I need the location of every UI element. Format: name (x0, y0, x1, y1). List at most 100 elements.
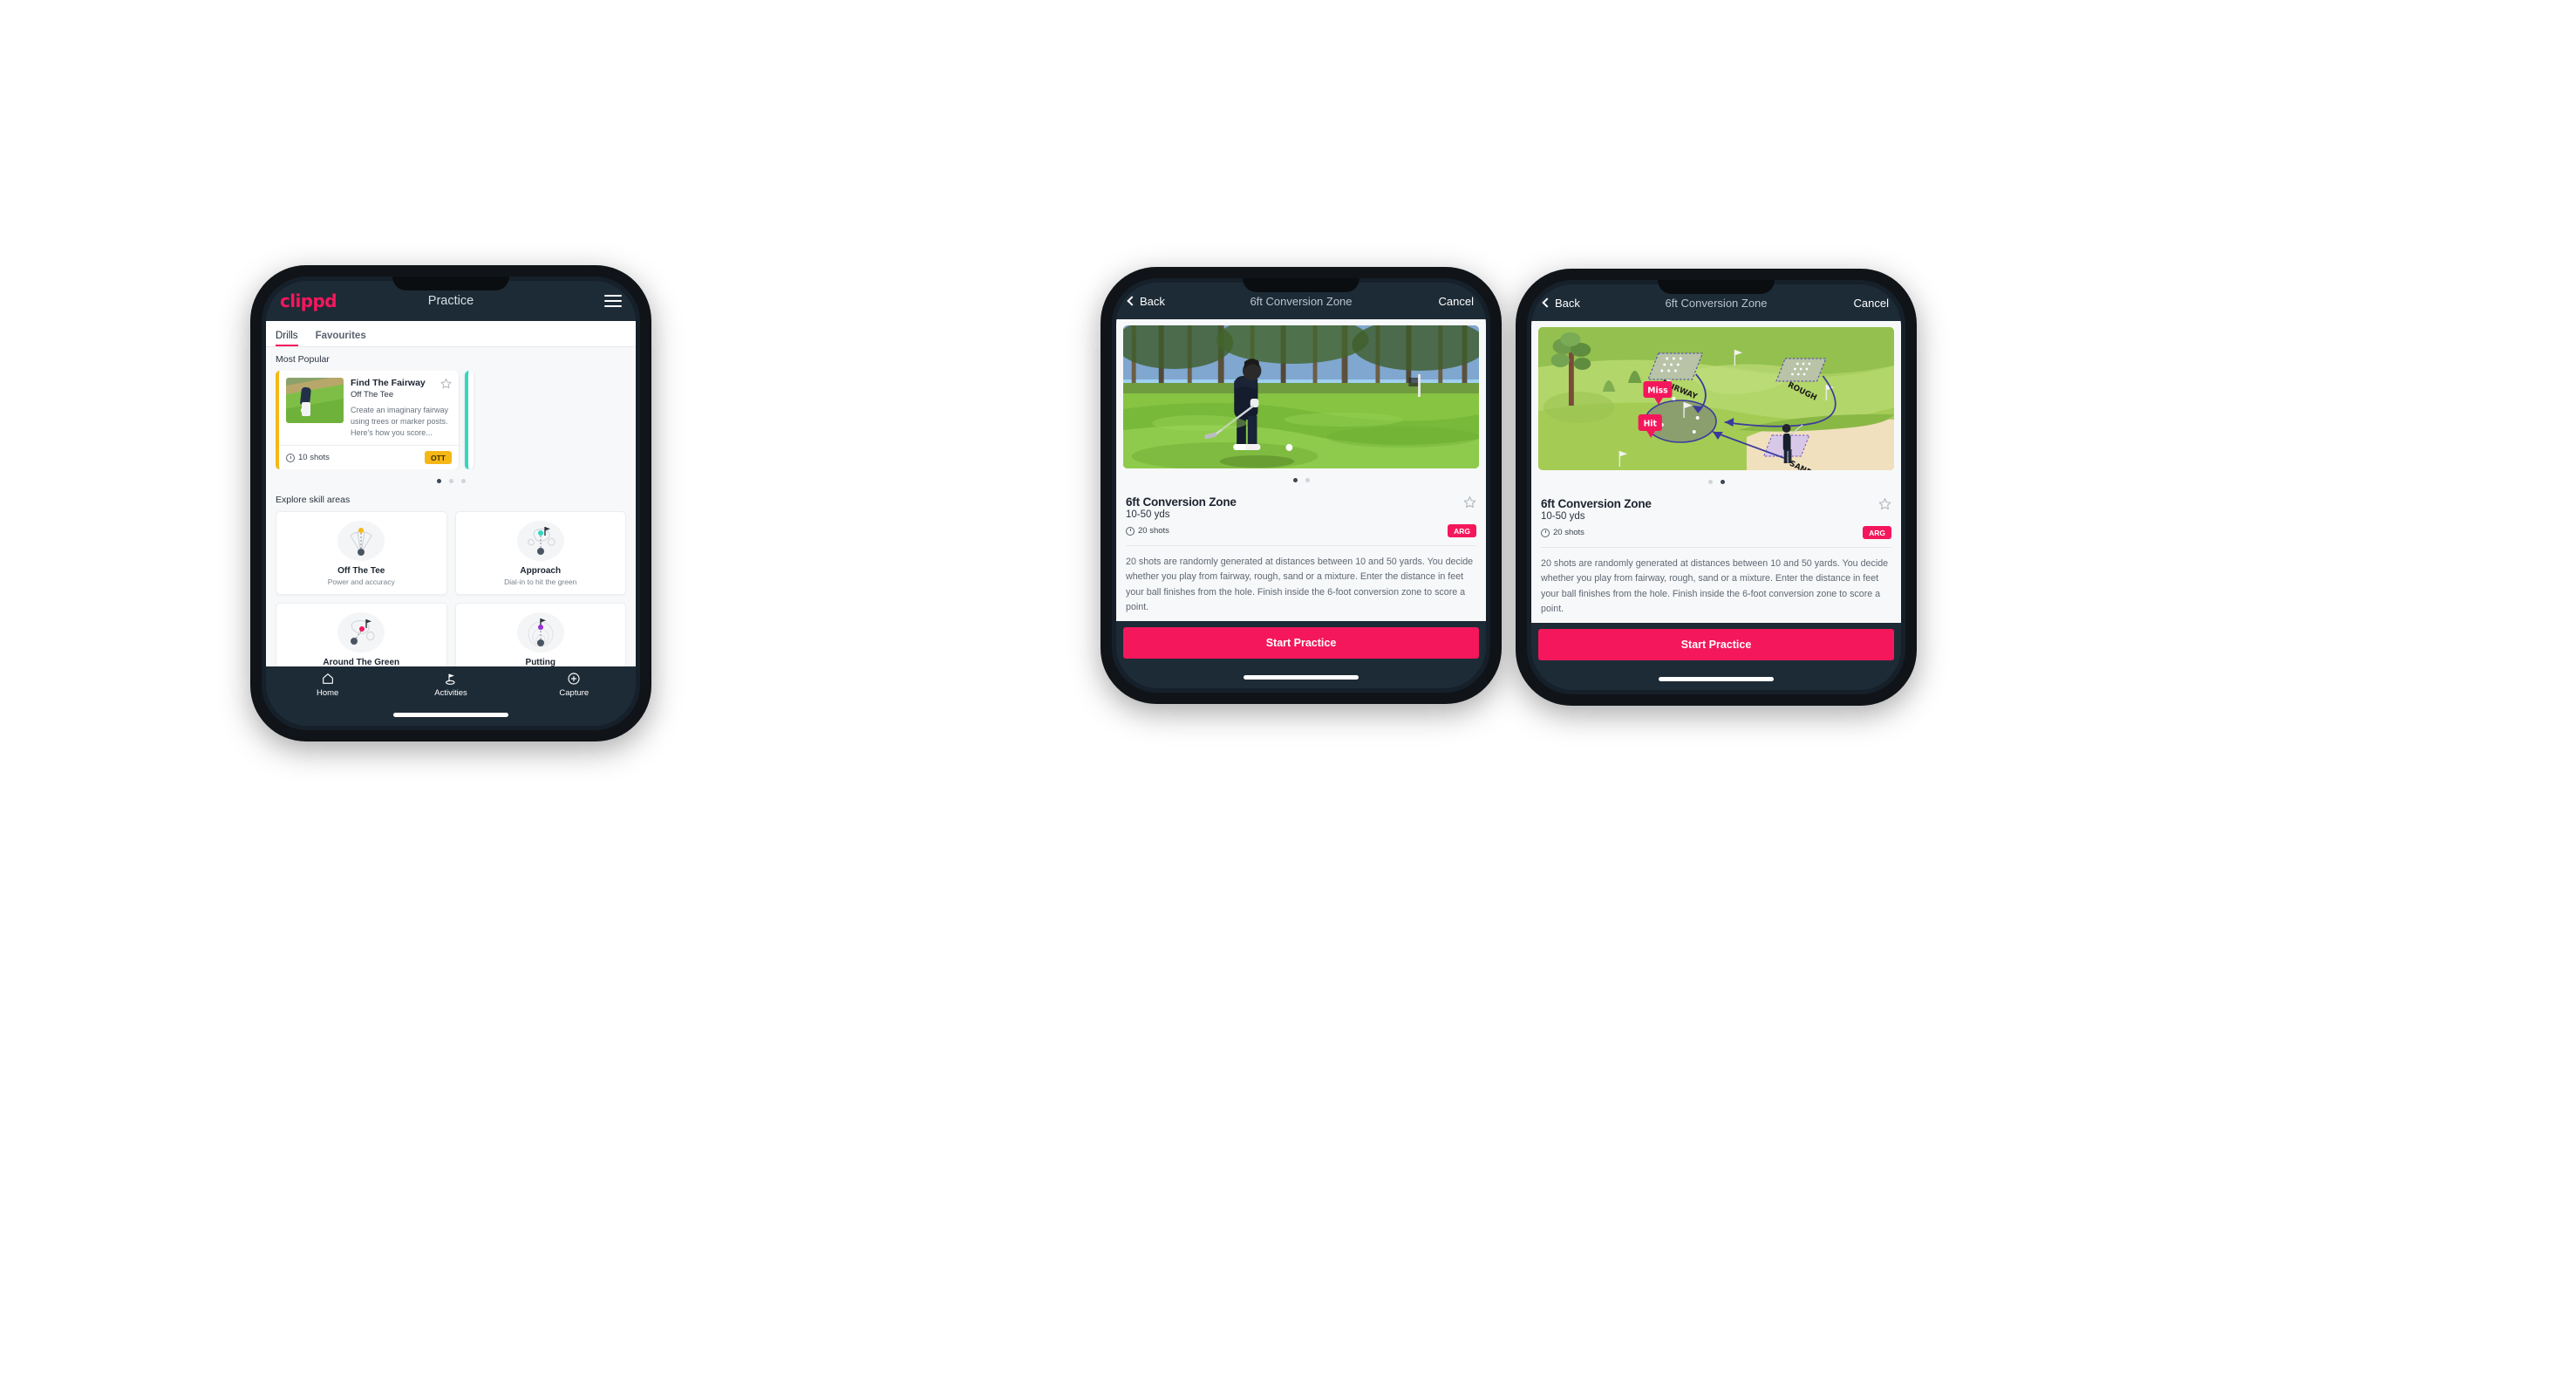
cta-container: Start Practice (1116, 621, 1486, 666)
page-title: 6ft Conversion Zone (1665, 296, 1768, 310)
tab-drills[interactable]: Drills (276, 331, 307, 346)
skill-desc: Power and accuracy (327, 577, 395, 587)
drill-subtitle: Off The Tee (351, 390, 394, 400)
home-indicator (1531, 667, 1901, 690)
drill-carousel[interactable]: Find The Fairway Off The Tee Create an i… (276, 371, 626, 470)
detail-title-row: 6ft Conversion Zone 10-50 yds (1123, 494, 1479, 520)
detail-title-row: 6ft Conversion Zone 10-50 yds (1538, 495, 1894, 522)
drill-shots: 20 shots (1541, 528, 1584, 537)
drill-description: 20 shots are randomly generated at dista… (1541, 558, 1889, 614)
phone-notch (1658, 280, 1775, 294)
most-popular-heading: Most Popular (276, 354, 330, 365)
start-practice-button[interactable]: Start Practice (1538, 629, 1894, 660)
skill-name: Around The Green (323, 658, 400, 666)
cta-container: Start Practice (1531, 623, 1901, 667)
clock-icon (1126, 526, 1135, 536)
skill-name: Off The Tee (337, 566, 385, 577)
nav-item-capture[interactable]: Capture (513, 666, 636, 703)
start-practice-button[interactable]: Start Practice (1123, 627, 1479, 659)
around-the-green-icon (337, 612, 385, 653)
drill-title: 6ft Conversion Zone (1541, 497, 1652, 510)
putting-icon (516, 612, 564, 653)
nav-item-activities[interactable]: Activities (389, 666, 512, 703)
back-label: Back (1140, 294, 1165, 308)
carousel-dot-1[interactable] (1707, 480, 1713, 484)
cancel-button[interactable]: Cancel (1854, 297, 1889, 310)
svg-text:Miss: Miss (1647, 386, 1668, 395)
detail-meta-row: 20 shots ARG (1538, 522, 1894, 539)
phone-bezel: Back 6ft Conversion Zone Cancel (1112, 278, 1490, 693)
phone-notch (392, 277, 509, 290)
phone1-screen: clippd Practice Drills Favourites Most P… (266, 281, 636, 726)
clock-icon (1541, 528, 1550, 537)
star-outline-icon[interactable] (1878, 497, 1891, 510)
skill-card-putting[interactable]: Putting Make and lag practice (454, 603, 626, 666)
hero-course-diagram[interactable]: FAIRWAY ROUGH SAND Miss Hit (1538, 327, 1894, 470)
phone-mockup-drill-detail-photo: Back 6ft Conversion Zone Cancel 6ft Conv… (1101, 267, 1502, 704)
bottom-nav: Home Activities Capture (266, 666, 636, 703)
carousel-dot-1[interactable] (436, 479, 441, 484)
skill-name: Putting (525, 658, 555, 666)
practice-content: Most Popular Find The Fairway Off The Te… (266, 347, 636, 666)
hamburger-icon[interactable] (604, 295, 622, 307)
approach-icon (516, 521, 564, 562)
skill-desc: Dial-in to hit the green (504, 577, 577, 587)
skill-card-off-the-tee[interactable]: Off The Tee Power and accuracy (276, 511, 447, 596)
drill-title: 6ft Conversion Zone (1126, 495, 1237, 509)
detail-content: 6ft Conversion Zone 10-50 yds 20 shots A… (1116, 319, 1486, 621)
drill-title: Find The Fairway (351, 378, 426, 388)
drill-card-footer: 10 shots OTT (279, 445, 459, 469)
chevron-left-icon (1542, 297, 1552, 308)
skill-areas-grid: Off The Tee Power and accuracy Approach … (276, 511, 626, 666)
back-button[interactable]: Back (1542, 297, 1580, 310)
page-title: 6ft Conversion Zone (1250, 294, 1353, 308)
drill-card-next-peek[interactable] (465, 371, 474, 470)
status-badge: OTT (425, 451, 452, 465)
drill-yardage: 10-50 yds (1126, 509, 1170, 520)
star-outline-icon[interactable] (440, 378, 452, 389)
skill-card-approach[interactable]: Approach Dial-in to hit the green (454, 511, 626, 596)
carousel-dot-2[interactable] (448, 479, 453, 484)
carousel-dot-2[interactable] (1720, 480, 1725, 484)
phone2-screen: Back 6ft Conversion Zone Cancel 6ft Conv… (1116, 283, 1486, 688)
drill-shots-label: 10 shots (298, 453, 330, 463)
phone-mockup-practice-list: clippd Practice Drills Favourites Most P… (250, 265, 651, 741)
carousel-dot-3[interactable] (460, 479, 466, 484)
detail-content: FAIRWAY ROUGH SAND Miss Hit 6ft Conversi… (1531, 321, 1901, 623)
status-badge: ARG (1448, 524, 1476, 537)
phone-bezel: clippd Practice Drills Favourites Most P… (262, 277, 640, 730)
cancel-button[interactable]: Cancel (1439, 295, 1474, 308)
drill-card[interactable]: Find The Fairway Off The Tee Create an i… (276, 371, 459, 470)
home-icon (321, 672, 335, 686)
explore-heading: Explore skill areas (276, 495, 351, 506)
back-button[interactable]: Back (1127, 294, 1165, 308)
nav-label: Home (316, 688, 339, 698)
carousel-dots (1123, 478, 1479, 482)
drill-shots-label: 20 shots (1138, 526, 1169, 536)
nav-label: Activities (434, 688, 467, 698)
drill-shots: 20 shots (1126, 526, 1169, 536)
carousel-dot-2[interactable] (1305, 478, 1310, 482)
carousel-dots (276, 479, 626, 484)
phone3-screen: Back 6ft Conversion Zone Cancel FAIRWAY … (1531, 284, 1901, 690)
golf-flag-icon (444, 672, 458, 686)
tab-bar: Drills Favourites (266, 321, 636, 347)
chevron-left-icon (1127, 296, 1137, 306)
plus-circle-icon (567, 672, 581, 686)
drill-shots: 10 shots (286, 453, 330, 462)
svg-text:Hit: Hit (1644, 419, 1658, 428)
skill-card-around-the-green[interactable]: Around The Green Hone your short game (276, 603, 447, 666)
hero-photo-golfer[interactable] (1123, 325, 1479, 468)
tab-favourites[interactable]: Favourites (316, 331, 375, 346)
nav-item-home[interactable]: Home (266, 666, 389, 703)
carousel-dot-1[interactable] (1292, 478, 1298, 482)
drill-description: Create an imaginary fairway using trees … (351, 406, 449, 438)
status-badge: ARG (1863, 526, 1891, 539)
drill-card-main: Find The Fairway Off The Tee Create an i… (279, 371, 459, 445)
carousel-dots (1538, 480, 1894, 484)
star-outline-icon[interactable] (1463, 495, 1476, 509)
drill-thumbnail (286, 378, 344, 423)
home-indicator (266, 703, 636, 726)
drill-yardage: 10-50 yds (1541, 511, 1585, 522)
screenshot-canvas: clippd Practice Drills Favourites Most P… (0, 0, 2576, 1387)
